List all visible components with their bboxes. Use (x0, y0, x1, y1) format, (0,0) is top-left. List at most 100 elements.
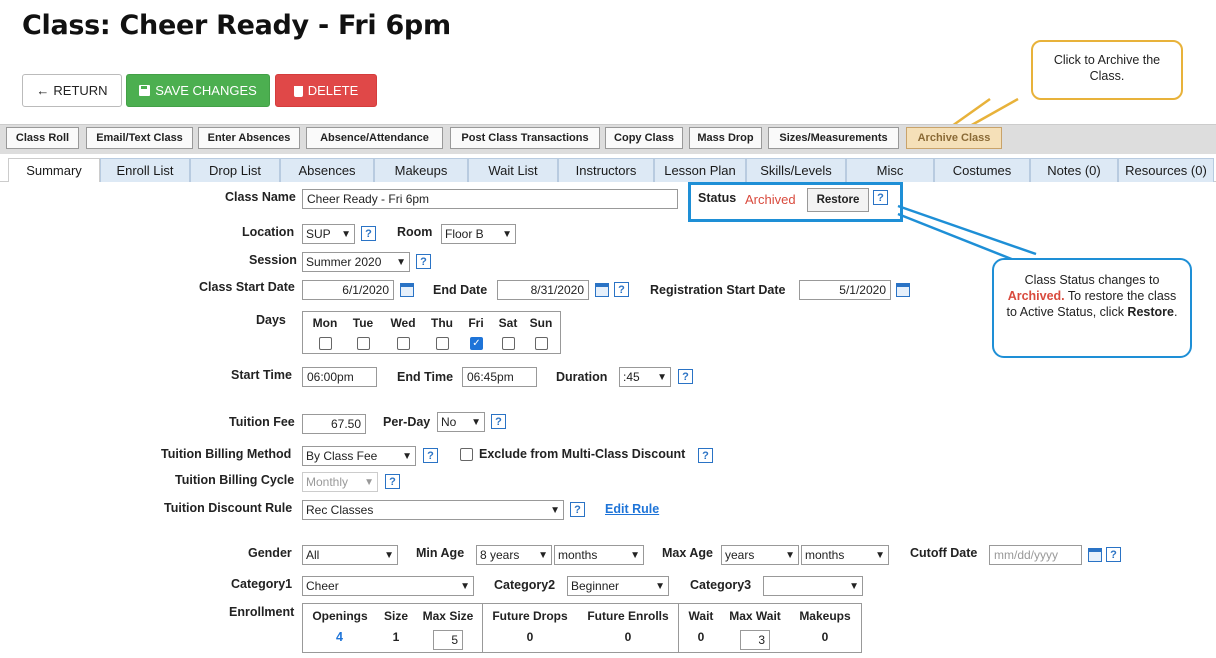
calendar-icon[interactable] (400, 283, 414, 297)
min-age-label: Min Age (416, 546, 465, 560)
email-text-class-button[interactable]: Email/Text Class (86, 127, 193, 149)
floppy-disk-icon (139, 85, 151, 96)
chevron-down-icon: ▼ (460, 580, 470, 592)
category3-select[interactable]: ▼ (763, 576, 863, 596)
edit-rule-link[interactable]: Edit Rule (605, 502, 659, 516)
calendar-icon[interactable] (896, 283, 910, 297)
day-sun-checkbox[interactable] (535, 337, 548, 350)
tab-wait-list[interactable]: Wait List (468, 158, 558, 182)
copy-class-button[interactable]: Copy Class (605, 127, 683, 149)
tab-makeups[interactable]: Makeups (374, 158, 468, 182)
enrollment-header-size: Size (383, 609, 408, 623)
day-label: Tue (352, 316, 374, 330)
max-wait-input[interactable]: 3 (740, 630, 770, 650)
chevron-down-icon: ▼ (402, 450, 412, 462)
tab-notes[interactable]: Notes (0) (1030, 158, 1118, 182)
start-time-input[interactable]: 06:00pm (302, 367, 377, 387)
day-wed-checkbox[interactable] (397, 337, 410, 350)
calendar-icon[interactable] (1088, 548, 1102, 562)
cutoff-help-icon[interactable]: ? (1106, 547, 1121, 562)
registration-start-date-input[interactable]: 5/1/2020 (799, 280, 891, 300)
absence-attendance-button[interactable]: Absence/Attendance (306, 127, 443, 149)
min-age-months-select[interactable]: months ▼ (554, 545, 644, 565)
mass-drop-button[interactable]: Mass Drop (689, 127, 762, 149)
tab-resources[interactable]: Resources (0) (1118, 158, 1214, 182)
day-fri-checkbox[interactable]: ✓ (470, 337, 483, 350)
billing-method-help-icon[interactable]: ? (423, 448, 438, 463)
max-age-years-select[interactable]: years ▼ (721, 545, 799, 565)
openings-link[interactable]: 4 (336, 630, 343, 644)
enrollment-header-openings: Openings (312, 609, 368, 623)
tab-misc[interactable]: Misc (846, 158, 934, 182)
gender-label: Gender (248, 546, 292, 560)
save-changes-button[interactable]: SAVE CHANGES (126, 74, 270, 107)
billing-cycle-select[interactable]: Monthly ▼ (302, 472, 378, 492)
post-class-transactions-button[interactable]: Post Class Transactions (450, 127, 600, 149)
day-mon-checkbox[interactable] (319, 337, 332, 350)
max-age-months-select[interactable]: months ▼ (801, 545, 889, 565)
day-label: Thu (431, 316, 453, 330)
day-label: Sun (529, 316, 553, 330)
chevron-down-icon: ▼ (655, 580, 665, 592)
duration-select[interactable]: :45 ▼ (619, 367, 671, 387)
tab-instructors[interactable]: Instructors (558, 158, 654, 182)
max-size-input[interactable]: 5 (433, 630, 463, 650)
future-enrolls-value: 0 (624, 630, 632, 644)
per-day-help-icon[interactable]: ? (491, 414, 506, 429)
restore-button[interactable]: Restore (807, 188, 869, 212)
chevron-down-icon: ▼ (550, 504, 560, 516)
archive-callout: Click to Archive the Class. (1031, 40, 1183, 100)
billing-cycle-help-icon[interactable]: ? (385, 474, 400, 489)
enrollment-header-future-drops: Future Drops (492, 609, 568, 623)
category1-select[interactable]: Cheer ▼ (302, 576, 474, 596)
discount-rule-help-icon[interactable]: ? (570, 502, 585, 517)
status-help-icon[interactable]: ? (873, 190, 888, 205)
chevron-down-icon: ▼ (341, 228, 351, 240)
sizes-measurements-button[interactable]: Sizes/Measurements (768, 127, 899, 149)
tab-enroll-list[interactable]: Enroll List (100, 158, 190, 182)
duration-help-icon[interactable]: ? (678, 369, 693, 384)
status-callout-pointer (897, 204, 1037, 262)
chevron-down-icon: ▼ (657, 371, 667, 383)
class-roll-button[interactable]: Class Roll (6, 127, 79, 149)
return-button[interactable]: ← RETURN (22, 74, 122, 107)
tab-drop-list[interactable]: Drop List (190, 158, 280, 182)
makeups-value: 0 (821, 630, 829, 644)
tab-absences[interactable]: Absences (280, 158, 374, 182)
class-name-input[interactable]: Cheer Ready - Fri 6pm (302, 189, 678, 209)
tab-costumes[interactable]: Costumes (934, 158, 1030, 182)
session-select[interactable]: Summer 2020 ▼ (302, 252, 410, 272)
per-day-select[interactable]: No ▼ (437, 412, 485, 432)
min-age-years-select[interactable]: 8 years ▼ (476, 545, 552, 565)
tab-summary[interactable]: Summary (8, 158, 100, 182)
tab-skills-levels[interactable]: Skills/Levels (746, 158, 846, 182)
delete-button[interactable]: DELETE (275, 74, 377, 107)
day-tue-checkbox[interactable] (357, 337, 370, 350)
discount-rule-select[interactable]: Rec Classes ▼ (302, 500, 564, 520)
tab-lesson-plan[interactable]: Lesson Plan (654, 158, 746, 182)
category2-select[interactable]: Beginner ▼ (567, 576, 669, 596)
day-sat-checkbox[interactable] (502, 337, 515, 350)
gender-select[interactable]: All ▼ (302, 545, 398, 565)
location-help-icon[interactable]: ? (361, 226, 376, 241)
calendar-icon[interactable] (595, 283, 609, 297)
end-time-input[interactable]: 06:45pm (462, 367, 537, 387)
enter-absences-button[interactable]: Enter Absences (198, 127, 300, 149)
day-thu-checkbox[interactable] (436, 337, 449, 350)
trash-icon (293, 86, 303, 97)
archive-class-button[interactable]: Archive Class (906, 127, 1002, 149)
session-help-icon[interactable]: ? (416, 254, 431, 269)
exclude-help-icon[interactable]: ? (698, 448, 713, 463)
end-date-help-icon[interactable]: ? (614, 282, 629, 297)
exclude-multi-class-discount-label: Exclude from Multi-Class Discount (479, 447, 686, 461)
location-select[interactable]: SUP ▼ (302, 224, 355, 244)
future-drops-value: 0 (526, 630, 534, 644)
duration-label: Duration (556, 370, 608, 384)
billing-method-select[interactable]: By Class Fee ▼ (302, 446, 416, 466)
tuition-fee-input[interactable]: 67.50 (302, 414, 366, 434)
class-start-date-input[interactable]: 6/1/2020 (302, 280, 394, 300)
exclude-multi-class-discount-checkbox[interactable] (460, 448, 473, 461)
room-select[interactable]: Floor B ▼ (441, 224, 516, 244)
end-date-input[interactable]: 8/31/2020 (497, 280, 589, 300)
cutoff-date-input[interactable]: mm/dd/yyyy (989, 545, 1082, 565)
